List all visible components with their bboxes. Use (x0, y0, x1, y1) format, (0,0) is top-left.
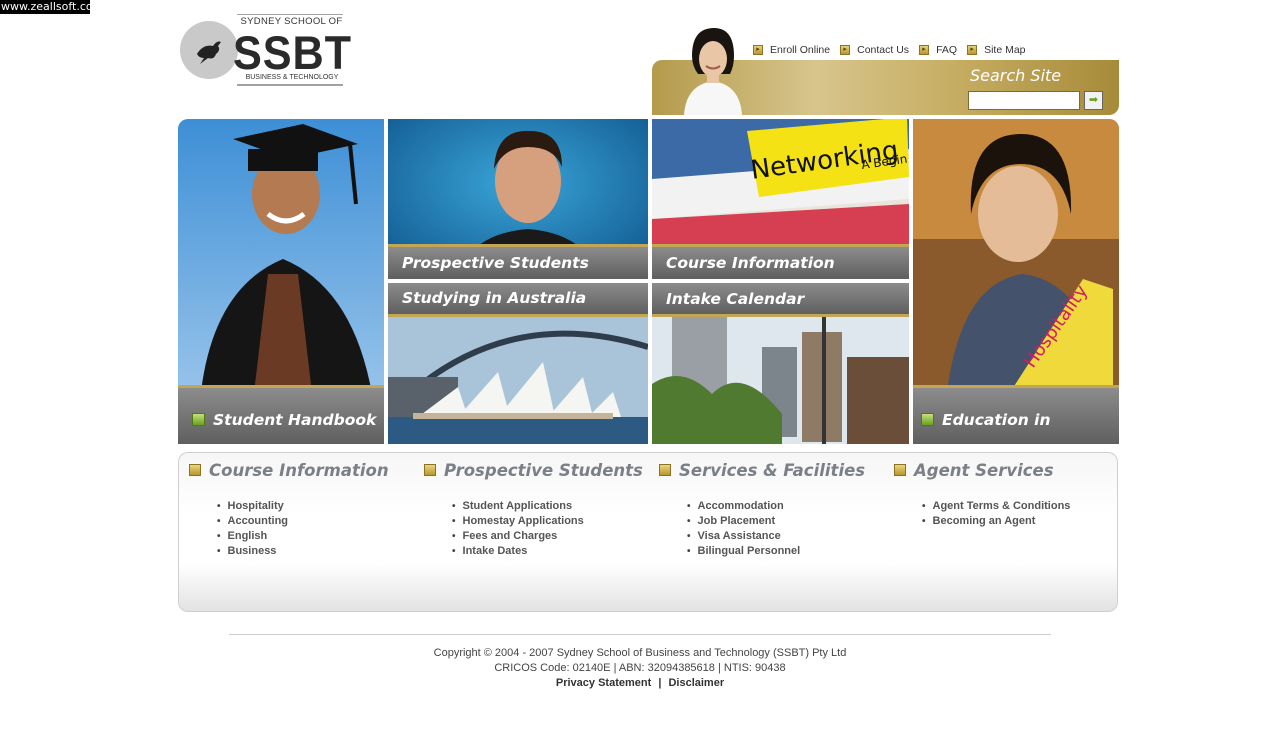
studying-in-australia-tile[interactable]: Studying in Australia (388, 283, 648, 444)
prospective-students-caption: Prospective Students (388, 244, 648, 279)
list-item[interactable]: Becoming an Agent (922, 514, 1070, 529)
education-in-australia-caption: Education in Australia (913, 385, 1119, 444)
course-information-caption: Course Information (652, 244, 909, 279)
list-item[interactable]: Agent Terms & Conditions (922, 499, 1071, 514)
education-in-australia-tile[interactable]: Hospitality Education in Australia (913, 119, 1119, 444)
prospective-students-list: Student Applications Homestay Applicatio… (452, 499, 584, 559)
arrow-bullet-icon (921, 413, 934, 426)
arrow-bullet-icon: ▸ (919, 45, 930, 55)
enroll-online-link[interactable]: ▸ Enroll Online (753, 43, 830, 57)
agent-services-list: Agent Terms & Conditions Becoming an Age… (922, 499, 1071, 529)
services-facilities-heading[interactable]: Services & Facilities (659, 461, 865, 480)
arrow-bullet-icon: ▸ (753, 45, 763, 55)
footer: Copyright © 2004 - 2007 Sydney School of… (229, 646, 1051, 691)
footer-separator: | (658, 677, 662, 689)
list-item[interactable]: Homestay Applications (452, 514, 584, 529)
student-handbook-tile[interactable]: Student Handbook (178, 119, 384, 444)
list-item[interactable]: English (217, 529, 288, 544)
logo-tagline: BUSINESS & TECHNOLOGY (245, 74, 339, 81)
prospective-students-heading[interactable]: Prospective Students (424, 461, 643, 480)
list-item[interactable]: Intake Dates (452, 544, 584, 559)
contact-us-link[interactable]: ▸ Contact Us (840, 43, 909, 57)
course-information-list: Hospitality Accounting English Business (217, 499, 289, 559)
site-map-link[interactable]: ▸ Site Map (967, 43, 1026, 57)
arrow-bullet-icon (192, 413, 205, 426)
copyright-text: Copyright © 2004 - 2007 Sydney School of… (433, 647, 847, 659)
links-panel: Course Information Hospitality Accountin… (178, 452, 1118, 612)
list-item[interactable]: Visa Assistance (687, 529, 800, 544)
prospective-students-tile[interactable]: Prospective Students (388, 119, 648, 279)
search-site-label: Search Site (970, 66, 1062, 85)
search-input[interactable] (968, 91, 1080, 110)
search-go-button[interactable]: ➡ (1084, 91, 1103, 110)
studying-in-australia-caption: Studying in Australia (388, 283, 648, 317)
smiling-woman-photo (684, 28, 742, 115)
footer-links: Privacy Statement | Disclaimer (229, 676, 1051, 691)
list-item[interactable]: Accounting (217, 514, 289, 529)
site-map-label: Site Map (984, 44, 1026, 56)
privacy-statement-link[interactable]: Privacy Statement (556, 677, 651, 689)
watermark: www.zeallsoft.com (0, 0, 104, 14)
intake-calendar-caption: Intake Calendar (652, 283, 909, 317)
arrow-bullet-icon (894, 464, 906, 476)
arrow-right-icon: ➡ (1088, 94, 1099, 106)
faq-link[interactable]: ▸ FAQ (919, 43, 957, 57)
arrow-bullet-icon (659, 464, 671, 476)
ssbt-logo[interactable]: SYDNEY SCHOOL OF SSBT BUSINESS & TECHNOL… (179, 14, 351, 86)
logo-name: SSBT (233, 26, 353, 79)
list-item[interactable]: Job Placement (687, 514, 800, 529)
footer-divider (229, 634, 1051, 635)
list-item[interactable]: Hospitality (217, 499, 288, 514)
list-item[interactable]: Bilingual Personnel (687, 544, 801, 559)
registration-codes: CRICOS Code: 02140E | ABN: 32094385618 |… (494, 662, 786, 674)
list-item[interactable]: Accommodation (687, 499, 800, 514)
course-information-tile[interactable]: Networking A Begin Course Information (652, 119, 909, 279)
faq-label: FAQ (936, 44, 958, 56)
list-item[interactable]: Student Applications (452, 499, 584, 514)
services-facilities-list: Accommodation Job Placement Visa Assista… (687, 499, 801, 559)
sydney-opera-house-photo (388, 317, 648, 444)
arrow-bullet-icon (189, 464, 201, 476)
top-nav: ▸ Enroll Online ▸ Contact Us ▸ FAQ ▸ Site Ma… (753, 43, 1026, 57)
agent-services-heading[interactable]: Agent Services (894, 461, 1054, 480)
contact-us-label: Contact Us (857, 44, 910, 56)
disclaimer-link[interactable]: Disclaimer (668, 677, 724, 689)
course-information-heading[interactable]: Course Information (189, 461, 389, 480)
city-buildings-photo (652, 317, 909, 444)
arrow-bullet-icon (424, 464, 436, 476)
student-handbook-caption: Student Handbook (178, 385, 384, 444)
intake-calendar-tile[interactable]: Intake Calendar (652, 283, 909, 444)
list-item[interactable]: Business (217, 544, 288, 559)
list-item[interactable]: Fees and Charges (452, 529, 584, 544)
arrow-bullet-icon: ▸ (967, 45, 978, 55)
enroll-online-label: Enroll Online (770, 44, 831, 56)
arrow-bullet-icon: ▸ (840, 45, 851, 55)
